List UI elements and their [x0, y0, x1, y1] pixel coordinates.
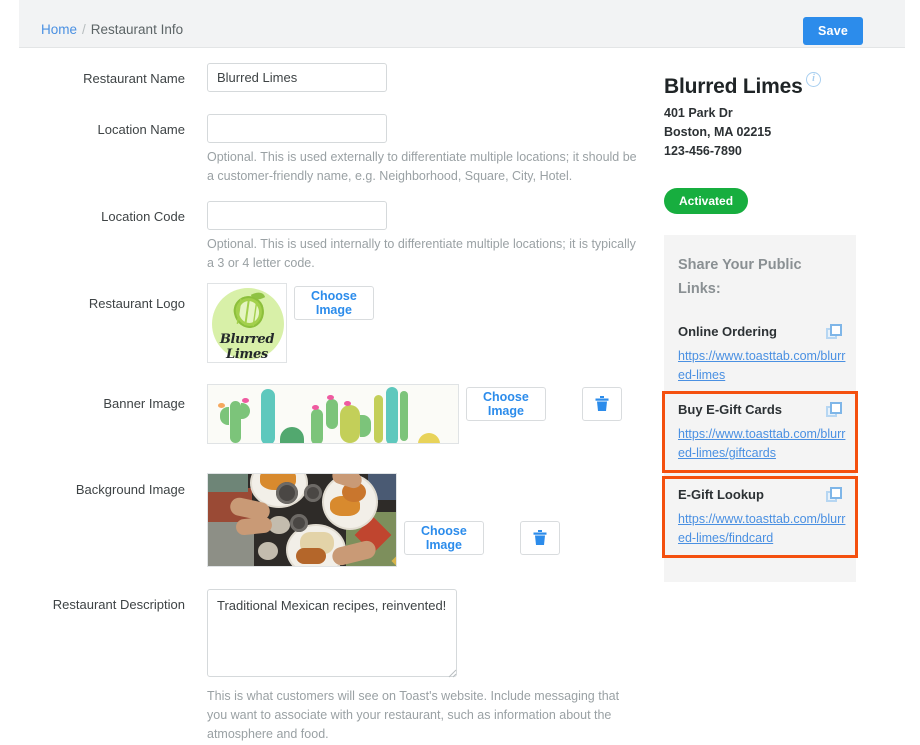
- restaurant-address: 401 Park Dr Boston, MA 02215 123-456-789…: [664, 104, 771, 161]
- background-image-preview: [207, 473, 397, 567]
- logo-script-text: Blurred Limes: [219, 332, 275, 362]
- delete-banner-image-button[interactable]: [582, 387, 622, 421]
- share-links-title: Share Your Public Links:: [678, 257, 802, 297]
- breadcrumb-home-link[interactable]: Home: [41, 22, 77, 37]
- address-line-1: 401 Park Dr: [664, 106, 733, 120]
- link-url[interactable]: https://www.toasttab.com/blurred-limes/f…: [678, 510, 846, 548]
- public-links-panel: Share Your Public Links: Online Ordering…: [662, 235, 858, 582]
- save-button[interactable]: Save: [803, 17, 863, 45]
- restaurant-description-textarea[interactable]: [207, 589, 457, 677]
- location-name-label: Location Name: [97, 122, 185, 137]
- banner-image-label: Banner Image: [103, 396, 185, 411]
- restaurant-name-input[interactable]: [207, 63, 387, 92]
- breadcrumb-current: Restaurant Info: [90, 22, 184, 37]
- link-url[interactable]: https://www.toasttab.com/blurred-limes: [678, 347, 846, 385]
- link-title: Buy E-Gift Cards: [678, 402, 783, 417]
- choose-image-button-banner[interactable]: Choose Image: [466, 387, 546, 421]
- location-name-input[interactable]: [207, 114, 387, 143]
- public-link-egift-lookup: E-Gift Lookup https://www.toasttab.com/b…: [662, 476, 858, 558]
- address-line-2: Boston, MA 02215: [664, 125, 772, 139]
- background-image-label: Background Image: [75, 482, 185, 497]
- trash-icon: [595, 396, 609, 411]
- restaurant-logo-preview: Blurred Limes: [207, 283, 287, 363]
- restaurant-description-label: Restaurant Description: [52, 597, 185, 612]
- location-code-input[interactable]: [207, 201, 387, 230]
- restaurant-phone: 123-456-7890: [664, 144, 742, 158]
- breadcrumb: Home / Restaurant Info: [41, 22, 183, 37]
- location-name-helper-text: Optional. This is used externally to dif…: [207, 150, 637, 183]
- restaurant-title: Blurred Limes: [664, 75, 803, 98]
- restaurant-description-helper-text: This is what customers will see on Toast…: [207, 689, 620, 741]
- copy-icon[interactable]: [826, 324, 842, 340]
- link-title: E-Gift Lookup: [678, 487, 764, 502]
- location-code-helper-text: Optional. This is used internally to dif…: [207, 237, 636, 270]
- restaurant-logo-label: Restaurant Logo: [88, 296, 185, 311]
- choose-image-button-background[interactable]: Choose Image: [404, 521, 484, 555]
- public-link-online-ordering: Online Ordering https://www.toasttab.com…: [664, 315, 856, 393]
- banner-image-preview: [207, 384, 459, 444]
- public-link-buy-egift-cards: Buy E-Gift Cards https://www.toasttab.co…: [662, 391, 858, 473]
- link-title: Online Ordering: [678, 324, 777, 339]
- location-code-label: Location Code: [101, 209, 185, 224]
- trash-icon: [533, 530, 547, 545]
- choose-image-button-logo[interactable]: Choose Image: [294, 286, 374, 320]
- page-header-bar: Home / Restaurant Info Save: [19, 0, 905, 48]
- background-artwork: [208, 474, 396, 566]
- breadcrumb-separator: /: [82, 22, 86, 37]
- banner-artwork: [208, 385, 458, 443]
- restaurant-info-page: Home / Restaurant Info Save Restaurant Nam…: [0, 0, 920, 745]
- logo-artwork: Blurred Limes: [208, 284, 286, 362]
- info-circle-icon[interactable]: i: [806, 72, 821, 87]
- restaurant-name-label: Restaurant Name: [83, 71, 185, 86]
- link-url[interactable]: https://www.toasttab.com/blurred-limes/g…: [678, 425, 846, 463]
- copy-icon[interactable]: [826, 402, 842, 418]
- copy-icon[interactable]: [826, 487, 842, 503]
- delete-background-image-button[interactable]: [520, 521, 560, 555]
- status-badge: Activated: [664, 188, 749, 214]
